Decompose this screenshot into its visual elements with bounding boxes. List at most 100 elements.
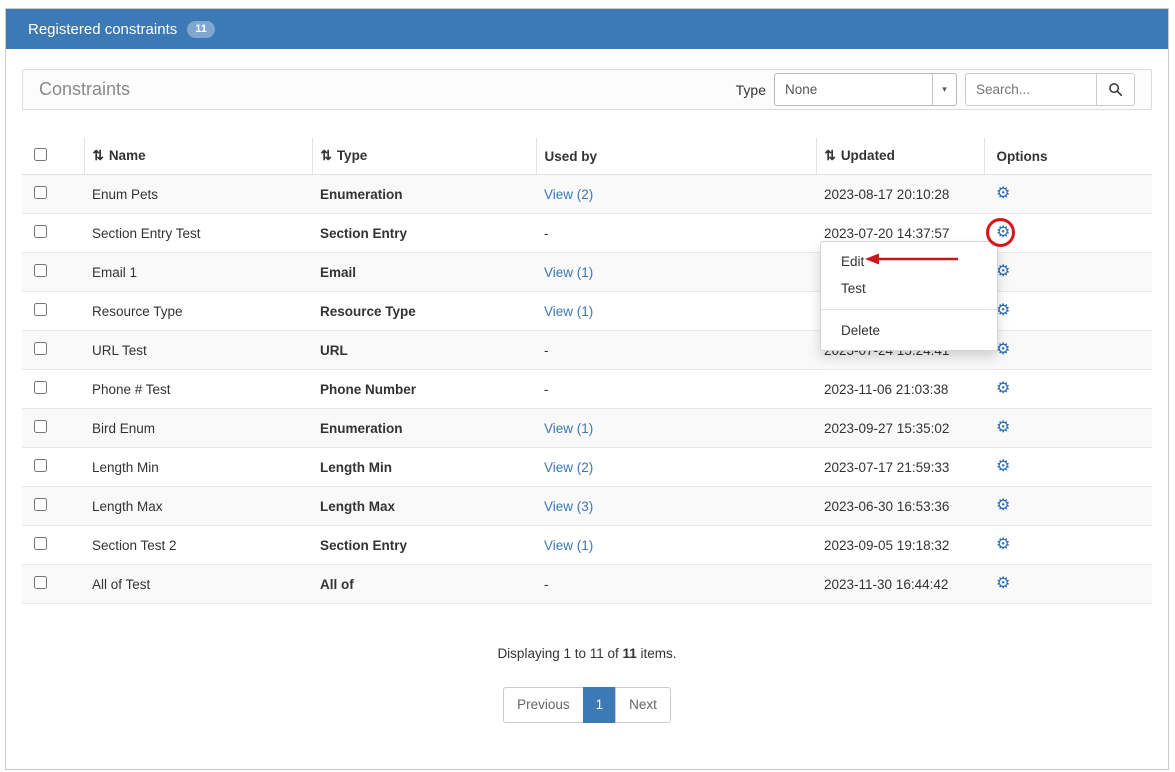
table-row: All of TestAll of-2023-11-30 16:44:42⚙ [22, 565, 1152, 604]
used-by-link[interactable]: View (2) [544, 187, 593, 202]
select-all-checkbox[interactable] [34, 148, 47, 161]
constraint-type: Resource Type [312, 292, 536, 331]
constraint-name: All of Test [84, 565, 312, 604]
type-select[interactable]: None ▾ [774, 73, 957, 106]
gear-icon[interactable]: ⚙ [996, 185, 1010, 202]
constraint-type: Enumeration [312, 175, 536, 214]
row-checkbox[interactable] [34, 420, 47, 433]
used-by-link[interactable]: View (3) [544, 499, 593, 514]
panel-body: Constraints Type None ▾ [6, 49, 1168, 743]
row-checkbox[interactable] [34, 537, 47, 550]
used-by-link[interactable]: View (1) [544, 421, 593, 436]
constraint-name: Resource Type [84, 292, 312, 331]
gear-icon[interactable]: ⚙ [996, 497, 1010, 514]
menu-item-test[interactable]: Test [821, 275, 997, 302]
constraint-type: Enumeration [312, 409, 536, 448]
row-checkbox[interactable] [34, 498, 47, 511]
used-by-link[interactable]: View (1) [544, 538, 593, 553]
table-row: Length MinLength MinView (2)2023-07-17 2… [22, 448, 1152, 487]
panel-header: Registered constraints 11 [6, 9, 1168, 49]
gear-icon[interactable]: ⚙ [996, 302, 1010, 319]
table-row: Phone # TestPhone Number-2023-11-06 21:0… [22, 370, 1152, 409]
gear-icon[interactable]: ⚙ [996, 536, 1010, 553]
column-label: Used by [545, 149, 598, 164]
row-checkbox[interactable] [34, 459, 47, 472]
constraint-name: URL Test [84, 331, 312, 370]
search-input[interactable] [965, 73, 1097, 106]
annotation-circle [986, 218, 1015, 247]
row-checkbox[interactable] [34, 186, 47, 199]
table-row: Section Test 2Section EntryView (1)2023-… [22, 526, 1152, 565]
table-header-row: ⇅ Name ⇅ Type Used by ⇅Updated Options [22, 138, 1152, 175]
used-by-empty: - [544, 226, 549, 241]
constraint-type: Length Max [312, 487, 536, 526]
select-all-cell [22, 138, 84, 175]
updated-timestamp: 2023-08-17 20:10:28 [816, 175, 984, 214]
row-checkbox[interactable] [34, 381, 47, 394]
column-label: Name [109, 148, 146, 163]
sort-icon: ⇅ [93, 148, 104, 163]
constraint-type: Phone Number [312, 370, 536, 409]
gear-icon[interactable]: ⚙ [996, 380, 1010, 397]
row-checkbox[interactable] [34, 576, 47, 589]
constraint-name: Length Max [84, 487, 312, 526]
column-header-updated[interactable]: ⇅Updated [816, 138, 984, 175]
search-icon [1108, 82, 1123, 97]
row-checkbox[interactable] [34, 225, 47, 238]
sort-icon: ⇅ [321, 148, 332, 163]
constraint-type: URL [312, 331, 536, 370]
count-badge: 11 [187, 21, 215, 38]
page-1-button[interactable]: 1 [583, 687, 617, 723]
summary-total: 11 [623, 646, 637, 661]
row-checkbox[interactable] [34, 264, 47, 277]
constraint-name: Length Min [84, 448, 312, 487]
constraint-name: Phone # Test [84, 370, 312, 409]
constraint-name: Email 1 [84, 253, 312, 292]
column-label: Options [997, 149, 1048, 164]
column-header-type[interactable]: ⇅ Type [312, 138, 536, 175]
column-header-name[interactable]: ⇅ Name [84, 138, 312, 175]
gear-icon[interactable]: ⚙ [996, 341, 1010, 358]
row-checkbox[interactable] [34, 342, 47, 355]
column-label: Type [337, 148, 368, 163]
constraint-type: Email [312, 253, 536, 292]
gear-icon[interactable]: ⚙ [996, 458, 1010, 475]
summary-suffix: items. [637, 646, 677, 661]
used-by-link[interactable]: View (1) [544, 265, 593, 280]
type-select-value: None [785, 82, 817, 97]
constraints-panel: Registered constraints 11 Constraints Ty… [5, 8, 1169, 770]
search-group [965, 73, 1135, 106]
constraint-type: Length Min [312, 448, 536, 487]
used-by-empty: - [544, 343, 549, 358]
row-checkbox[interactable] [34, 303, 47, 316]
updated-timestamp: 2023-09-27 15:35:02 [816, 409, 984, 448]
column-header-options: Options [984, 138, 1152, 175]
used-by-empty: - [544, 577, 549, 592]
constraint-name: Section Test 2 [84, 526, 312, 565]
constraints-table: ⇅Name⇅TypeUsed by⇅UpdatedOptions Enum Pe… [22, 138, 1152, 604]
type-filter-label: Type [736, 82, 766, 98]
chevron-down-icon: ▾ [932, 74, 956, 105]
search-button[interactable] [1097, 73, 1135, 106]
summary-text: Displaying 1 to 11 of [497, 646, 622, 661]
next-page-button[interactable]: Next [615, 687, 671, 723]
constraint-name: Bird Enum [84, 409, 312, 448]
table-row: Enum PetsEnumerationView (2)2023-08-17 2… [22, 175, 1152, 214]
page-title: Registered constraints [28, 21, 177, 38]
used-by-link[interactable]: View (1) [544, 304, 593, 319]
table-row: Bird EnumEnumeration View (1) 2023-09-27 1… [22, 409, 1152, 448]
constraint-type: All of [312, 565, 536, 604]
gear-icon[interactable]: ⚙ [996, 263, 1010, 280]
used-by-empty: - [544, 382, 549, 397]
table-row: Length MaxLength Max View (3) 2023-06-30 1… [22, 487, 1152, 526]
updated-timestamp: 2023-06-30 16:53:36 [816, 487, 984, 526]
pagination: Previous 1 Next [22, 687, 1152, 723]
annotation-arrow-icon [864, 251, 960, 267]
constraint-type: Section Entry [312, 214, 536, 253]
menu-item-delete[interactable]: Delete [821, 317, 997, 344]
gear-icon[interactable]: ⚙ [996, 419, 1010, 436]
gear-icon[interactable]: ⚙ [996, 575, 1010, 592]
menu-divider [821, 309, 997, 310]
used-by-link[interactable]: View (2) [544, 460, 593, 475]
previous-page-button[interactable]: Previous [503, 687, 584, 723]
